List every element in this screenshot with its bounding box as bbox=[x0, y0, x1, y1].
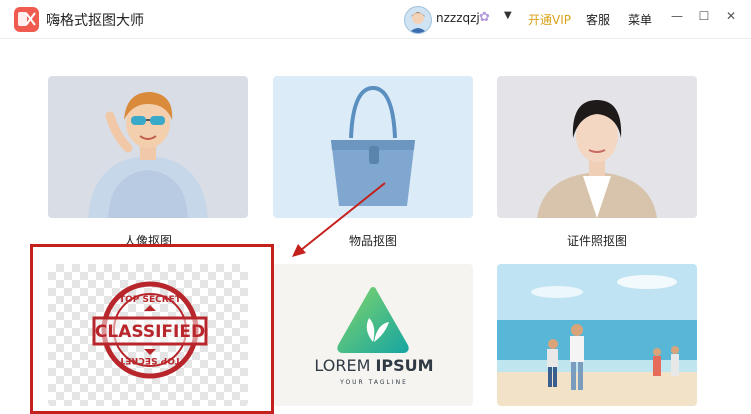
annotation-arrow-icon bbox=[292, 182, 386, 257]
